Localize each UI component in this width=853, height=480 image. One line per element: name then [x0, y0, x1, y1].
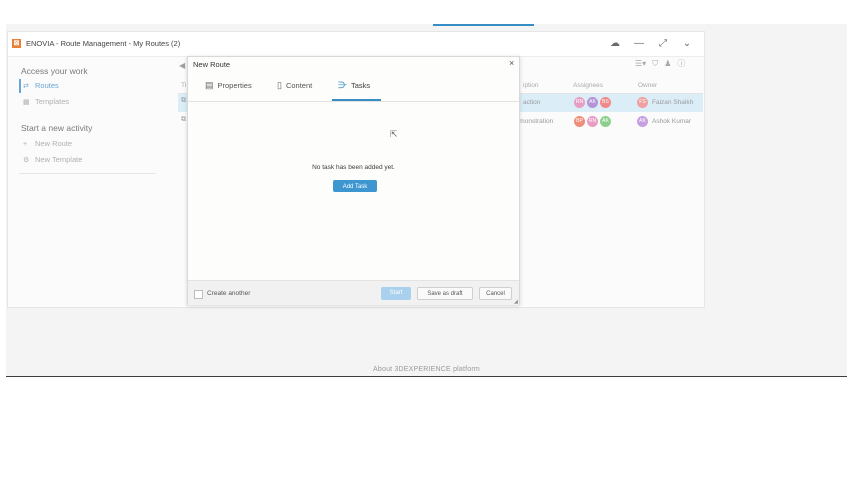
active-tab-indicator: [433, 24, 534, 26]
filter-icon[interactable]: ⛉: [652, 59, 658, 68]
sidebar-item-new-route[interactable]: + New Route: [23, 139, 72, 148]
avatar: AK: [637, 116, 648, 127]
avatar: AK: [587, 97, 598, 108]
sidebar-item-label: New Template: [35, 155, 83, 164]
cloud-icon[interactable]: ☁: [608, 37, 622, 51]
tab-label: Tasks: [351, 81, 371, 90]
user-icon[interactable]: ♟: [664, 59, 671, 68]
resize-handle-icon[interactable]: ◢: [514, 299, 518, 305]
section-title-start: Start a new activity: [21, 123, 93, 133]
avatar: AK: [600, 116, 611, 127]
sidebar: Access your work ⇄ Routes ▦ Templates Star…: [8, 57, 178, 307]
cancel-button[interactable]: Cancel: [479, 287, 512, 300]
tab-label: Properties: [217, 81, 252, 90]
avatar: BS: [600, 97, 611, 108]
row-owner: Ashok Kumar: [652, 118, 692, 125]
avatar: FS: [637, 97, 648, 108]
mouse-cursor-icon: ⇱: [390, 129, 398, 139]
start-button[interactable]: Start: [381, 287, 411, 300]
table-icon: ▤: [205, 80, 214, 90]
chevron-down-icon[interactable]: ⌄: [680, 37, 694, 51]
dialog-footer: Create another Start Save as draft Cance…: [188, 280, 519, 305]
route-icon: ⧉: [181, 116, 186, 123]
widget-header: ⊠ ENOVIA - Route Management - My Routes …: [8, 32, 704, 57]
plus-icon: +: [23, 141, 28, 148]
sidebar-divider: [19, 173, 156, 174]
column-assignees[interactable]: Assignees: [573, 82, 603, 89]
sidebar-item-label: Templates: [35, 97, 70, 106]
dialog-tabs: ▤ Properties ▯ Content ⋺ Tasks: [188, 71, 519, 102]
widget-title: ENOVIA - Route Management - My Routes (2…: [26, 39, 181, 48]
collapse-sidebar-icon[interactable]: ◀: [179, 61, 185, 70]
tab-content[interactable]: ▯ Content: [277, 80, 312, 100]
sidebar-item-label: Routes: [35, 81, 59, 90]
section-title-access: Access your work: [21, 66, 88, 76]
route-icon: ⧉: [181, 97, 186, 104]
sidebar-item-label: New Route: [35, 139, 73, 148]
sidebar-item-new-template[interactable]: ⚙ New Template: [23, 155, 82, 164]
avatar: RN: [574, 97, 585, 108]
create-another-checkbox[interactable]: [194, 290, 203, 299]
template-icon: ⚙: [23, 157, 30, 164]
minimize-icon[interactable]: —: [632, 37, 646, 51]
footer-link[interactable]: About 3DEXPERIENCE platform: [0, 366, 853, 373]
sidebar-item-routes[interactable]: ⇄ Routes: [23, 81, 59, 90]
tab-properties[interactable]: ▤ Properties: [205, 80, 252, 100]
row-description: action: [523, 99, 541, 106]
column-description[interactable]: iption: [523, 82, 539, 89]
routes-icon: ⇄: [23, 83, 29, 90]
save-as-draft-button[interactable]: Save as draft: [417, 287, 473, 300]
empty-tasks-message: No task has been added yet.: [312, 164, 395, 171]
footer-divider: [6, 376, 847, 377]
column-title[interactable]: Ti: [181, 82, 186, 89]
row-owner: Faizan Shaikh: [652, 99, 694, 106]
list-view-icon[interactable]: ☰▾: [635, 59, 646, 68]
dialog-title: New Route: [193, 60, 231, 69]
create-another-label: Create another: [207, 290, 251, 297]
tab-label: Content: [285, 81, 313, 90]
avatar: BP: [574, 116, 585, 127]
column-owner[interactable]: Owner: [638, 82, 657, 89]
info-icon[interactable]: ⓘ: [677, 59, 685, 68]
avatar: RN: [587, 116, 598, 127]
tasks-icon: ⋺: [338, 80, 347, 90]
new-route-dialog: New Route × ▤ Properties ▯ Content ⋺ Tasks …: [187, 56, 520, 305]
add-task-button[interactable]: Add Task: [333, 180, 377, 192]
grid-icon: ▦: [23, 99, 30, 106]
enovia-logo-icon: ⊠: [12, 39, 21, 48]
active-tab-underline: [332, 99, 381, 101]
fullscreen-icon[interactable]: ⤢: [656, 37, 670, 51]
tab-tasks[interactable]: ⋺ Tasks: [338, 80, 370, 100]
document-icon: ▯: [277, 80, 282, 90]
close-icon[interactable]: ×: [509, 58, 514, 68]
table-toolbar: ☰▾ ⛉ ♟ ⓘ: [635, 58, 691, 69]
sidebar-item-templates[interactable]: ▦ Templates: [23, 97, 69, 106]
sidebar-selection-bar: [19, 79, 21, 93]
